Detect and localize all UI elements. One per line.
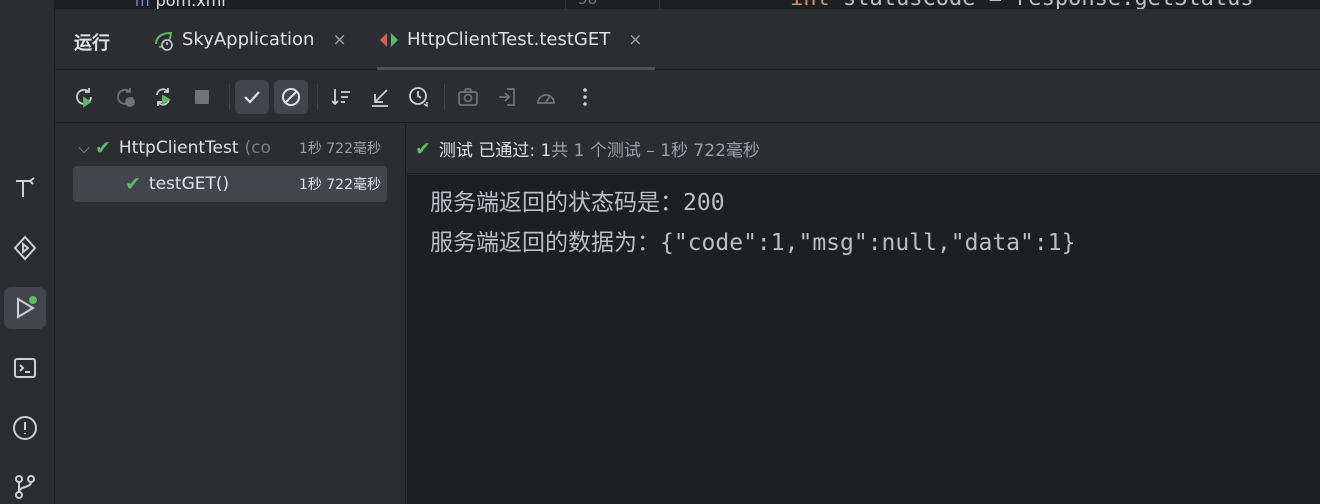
tests-summary: 共 1 个测试 – 1秒 722毫秒 — [551, 141, 760, 161]
test-tree: ⌵ ✔ HttpClientTest (co 1秒 722毫秒 ✔ testGE… — [55, 124, 406, 504]
collapse-icon[interactable] — [363, 80, 397, 114]
tab-httpclienttest-testget[interactable]: HttpClientTest.testGET × — [377, 9, 655, 70]
tree-row-httpclienttest[interactable]: ⌵ ✔ HttpClientTest (co 1秒 722毫秒 — [73, 130, 387, 166]
toolbar-divider — [317, 84, 318, 110]
code-line: int statusCode = response.getStatus — [790, 0, 1254, 9]
test-class-label: HttpClientTest — [118, 138, 239, 158]
build-icon[interactable] — [4, 167, 46, 209]
test-method-label: testGET() — [148, 174, 230, 194]
toggle-auto-test-icon[interactable] — [146, 80, 180, 114]
test-duration: 1秒 722毫秒 — [294, 138, 381, 158]
run-panel-header: 运行 SkyApplication × HttpClientTest.testG… — [55, 9, 1320, 70]
test-status-bar: ✔ 测试 已通过: 1 共 1 个测试 – 1秒 722毫秒 — [407, 124, 1320, 174]
show-passed-icon[interactable] — [235, 80, 269, 114]
spring-run-icon — [155, 31, 173, 51]
export-icon[interactable] — [490, 80, 524, 114]
services-icon[interactable] — [4, 227, 46, 269]
problems-icon[interactable] — [4, 407, 46, 449]
terminal-icon[interactable] — [4, 347, 46, 389]
tab-sky-application[interactable]: SkyApplication × — [152, 9, 347, 70]
more-icon[interactable] — [568, 80, 602, 114]
rerun-failed-icon[interactable] — [108, 80, 142, 114]
run-panel-title: 运行 — [74, 33, 110, 54]
tests-passed-label: 测试 已通过: 1 — [438, 141, 552, 161]
maven-file-icon: m — [135, 0, 150, 9]
console-output[interactable]: 服务端返回的状态码是：200 服务端返回的数据为：{"code":1,"msg"… — [407, 175, 1320, 504]
close-icon[interactable]: × — [332, 30, 346, 50]
sort-icon[interactable] — [324, 80, 358, 114]
passed-check-icon: ✔ — [415, 137, 431, 160]
editor-gutter: 58 — [565, 0, 660, 9]
passed-check-icon: ✔ — [95, 137, 111, 159]
run-toolbar — [55, 70, 1320, 123]
run-tool-icon[interactable] — [4, 287, 46, 329]
project-file-item[interactable]: mpom.xml — [135, 0, 226, 9]
console-line: 服务端返回的状态码是：200 — [430, 190, 725, 216]
toolbar-divider — [444, 84, 445, 110]
passed-check-icon: ✔ — [125, 173, 141, 195]
test-class-suffix: (co — [244, 138, 271, 158]
console-line: 服务端返回的数据为：{"code":1,"msg":null,"data":1} — [430, 230, 1076, 256]
line-number: 58 — [578, 0, 597, 8]
screenshot-icon[interactable] — [451, 80, 485, 114]
stop-icon[interactable] — [185, 80, 219, 114]
toolbar-divider — [229, 84, 230, 110]
chevron-down-icon[interactable]: ⌵ — [73, 139, 95, 157]
rerun-icon[interactable] — [67, 80, 101, 114]
tool-window-strip — [0, 0, 55, 504]
editor-remnant: mpom.xml 58 int statusCode = response.ge… — [55, 0, 1320, 9]
junit-icon — [380, 32, 398, 47]
close-icon[interactable]: × — [628, 30, 642, 50]
git-icon[interactable] — [4, 466, 46, 504]
history-icon[interactable] — [402, 80, 436, 114]
show-ignored-icon[interactable] — [274, 80, 308, 114]
settings-icon[interactable] — [529, 80, 563, 114]
tree-row-testget[interactable]: ✔ testGET() 1秒 722毫秒 — [73, 166, 387, 202]
test-duration: 1秒 722毫秒 — [294, 174, 381, 194]
